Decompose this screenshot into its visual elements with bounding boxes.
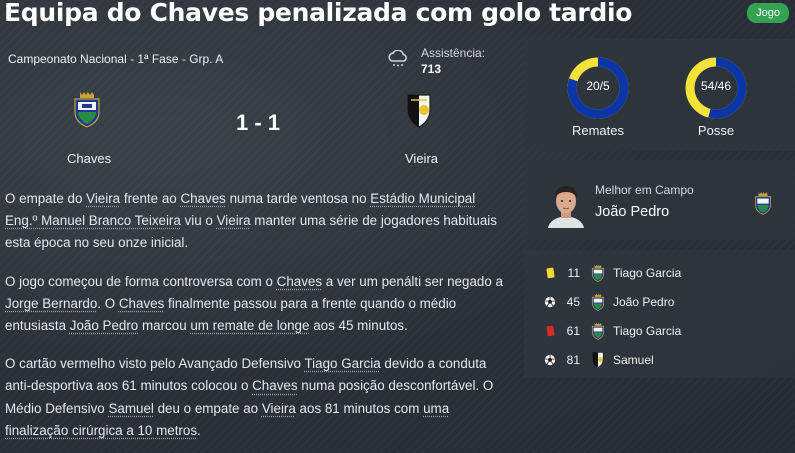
possession-value: 54/46: [700, 79, 732, 93]
text: aos 45 minutos.: [309, 318, 408, 334]
ball-icon: [544, 296, 556, 308]
motm-title: Melhor em Campo: [595, 183, 694, 197]
text: marcou: [138, 318, 191, 334]
text: O jogo começou de forma controversa com …: [5, 273, 277, 289]
chaves-crest-icon[interactable]: [754, 191, 772, 215]
text: . O: [97, 295, 119, 311]
ball-icon: [544, 354, 556, 366]
player-avatar: [548, 186, 584, 228]
player-link-jorge-bernardo[interactable]: Jorge Bernardo: [5, 296, 97, 311]
event-player[interactable]: Samuel: [613, 353, 654, 367]
team-link-chaves[interactable]: Chaves: [277, 274, 322, 289]
event-row[interactable]: 61 Tiago Garcia: [524, 320, 795, 342]
attendance-label: Assistência:: [421, 46, 486, 60]
competition-label[interactable]: Campeonato Nacional - 1ª Fase - Grp. A: [8, 52, 223, 66]
cloud-rain-icon: [388, 50, 407, 67]
event-minute: 11: [567, 266, 580, 280]
vieira-crest-icon: [592, 352, 604, 368]
attendance-value: 713: [421, 62, 442, 76]
event-player[interactable]: Tiago Garcia: [613, 324, 681, 338]
match-score: 1 - 1: [236, 110, 281, 135]
shots-label: Remates: [571, 123, 625, 138]
event-minute: 61: [566, 324, 580, 338]
text: O empate do: [5, 191, 87, 206]
event-minute: 45: [566, 295, 580, 309]
player-link-tiago-garcia[interactable]: Tiago Garcia: [304, 356, 380, 371]
report-paragraph-2: O jogo começou de forma controversa com …: [5, 271, 510, 338]
team-link-vieira[interactable]: Vieira: [86, 191, 120, 206]
player-link-samuel[interactable]: Samuel: [108, 401, 153, 416]
team-link-chaves[interactable]: Chaves: [180, 191, 225, 206]
event-row[interactable]: 45 João Pedro: [524, 291, 795, 313]
away-team-name[interactable]: Vieira: [405, 151, 438, 166]
possession-label: Posse: [697, 123, 735, 138]
team-link-chaves[interactable]: Chaves: [119, 296, 164, 311]
team-link-vieira[interactable]: Vieira: [262, 401, 296, 416]
event-player[interactable]: João Pedro: [613, 295, 674, 309]
event-row[interactable]: 11 Tiago Garcia: [524, 262, 795, 284]
team-link-chaves[interactable]: Chaves: [252, 378, 297, 393]
match-stats-panel: 20/5 Remates 54/46 Posse: [524, 39, 795, 151]
chaves-crest-icon: [591, 293, 605, 311]
yellow-card-icon: [546, 267, 555, 279]
text: frente ao: [120, 191, 181, 206]
event-player[interactable]: Tiago Garcia: [613, 266, 681, 280]
shots-donut-chart[interactable]: 20/5: [567, 57, 629, 119]
vieira-crest-icon[interactable]: [405, 92, 433, 130]
home-team-name[interactable]: Chaves: [67, 151, 111, 166]
event-minute: 81: [566, 353, 580, 367]
match-report: O empate do Vieira frente ao Chaves numa…: [5, 188, 510, 453]
text: aos 81 minutos com: [295, 400, 424, 416]
shots-value: 20/5: [586, 79, 610, 93]
highlight-link-long-shot[interactable]: um remate de longe: [190, 318, 309, 333]
possession-donut-chart[interactable]: 54/46: [685, 57, 747, 119]
motm-player-name[interactable]: João Pedro: [595, 204, 669, 220]
red-card-icon: [546, 325, 555, 337]
chaves-crest-icon: [591, 322, 605, 340]
text: numa tarde ventosa no: [225, 191, 371, 206]
text: .: [197, 422, 201, 438]
player-link-joao-pedro[interactable]: João Pedro: [70, 318, 139, 333]
report-paragraph-3: O cartão vermelho visto pelo Avançado De…: [5, 353, 510, 442]
match-events-panel: 11 Tiago Garcia 45 João Pedro 61 Tiago G…: [524, 250, 795, 378]
text: O cartão vermelho visto pelo Avançado De…: [5, 356, 305, 372]
chaves-crest-icon[interactable]: [73, 90, 101, 128]
news-tag-badge[interactable]: Jogo: [747, 3, 789, 23]
chaves-crest-icon: [591, 264, 605, 282]
text: viu o: [180, 213, 217, 229]
text: a ver um penálti ser negado a: [322, 273, 503, 289]
team-link-vieira[interactable]: Vieira: [217, 213, 251, 228]
event-row[interactable]: 81 Samuel: [524, 349, 795, 371]
man-of-the-match-panel[interactable]: Melhor em Campo João Pedro: [524, 160, 795, 240]
report-paragraph-1: O empate do Vieira frente ao Chaves numa…: [5, 188, 510, 255]
article-headline: Equipa do Chaves penalizada com golo tar…: [4, 0, 633, 27]
text: deu o empate ao: [153, 400, 262, 416]
